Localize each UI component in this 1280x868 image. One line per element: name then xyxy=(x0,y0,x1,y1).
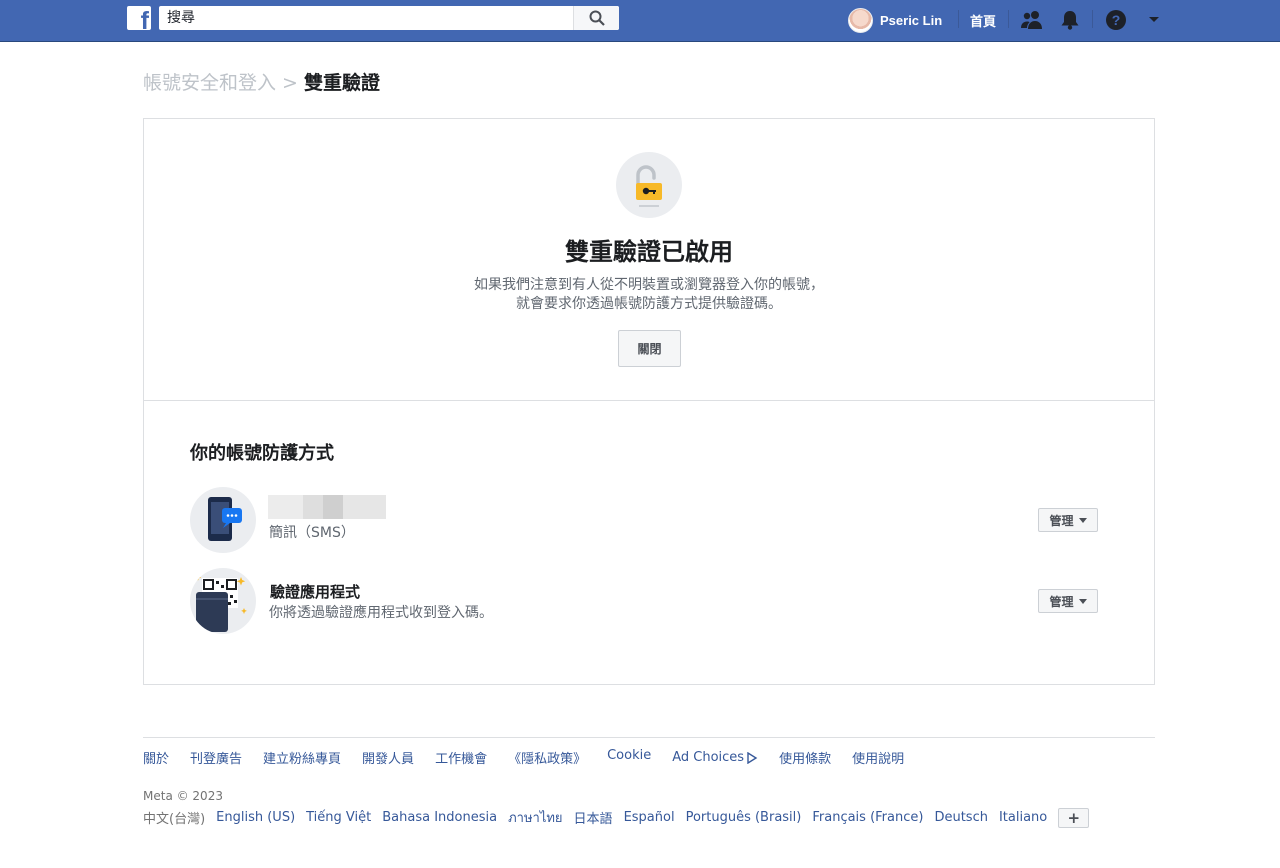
breadcrumb-parent-link[interactable]: 帳號安全和登入 xyxy=(143,68,276,95)
footer-link[interactable]: 刊登廣告 xyxy=(190,748,242,767)
two-factor-card: 雙重驗證已啟用 如果我們注意到有人從不明裝置或瀏覽器登入你的帳號，就會要求你透過… xyxy=(143,118,1155,685)
current-language: 中文(台灣) xyxy=(143,812,206,827)
top-navigation-bar: f Pseric Lin 首頁 ? xyxy=(0,0,1280,42)
search-icon xyxy=(589,10,605,26)
notifications-icon xyxy=(1061,11,1079,30)
manage-label: 管理 xyxy=(1049,594,1074,609)
footer-link[interactable]: Cookie xyxy=(607,748,651,767)
caret-down-icon xyxy=(1078,517,1087,523)
profile-link[interactable]: Pseric Lin xyxy=(848,7,942,33)
status-section: 雙重驗證已啟用 如果我們注意到有人從不明裝置或瀏覽器登入你的帳號，就會要求你透過… xyxy=(144,119,1154,401)
footer-link[interactable]: 開發人員 xyxy=(362,748,414,767)
nav-divider xyxy=(958,10,959,28)
notifications-button[interactable] xyxy=(1058,8,1082,32)
language-link[interactable]: Bahasa Indonesia xyxy=(382,810,497,825)
masked-phone-number xyxy=(268,495,386,519)
language-link[interactable]: Français (France) xyxy=(812,810,923,825)
caret-down-icon xyxy=(1078,598,1087,604)
help-icon: ? xyxy=(1106,10,1126,30)
footer-link[interactable]: 建立粉絲專頁 xyxy=(263,748,341,767)
search-input[interactable] xyxy=(159,6,573,30)
home-link[interactable]: 首頁 xyxy=(970,11,996,30)
language-link[interactable]: Español xyxy=(624,810,675,825)
profile-name: Pseric Lin xyxy=(880,12,943,28)
language-link[interactable]: ภาษาไทย xyxy=(508,807,562,828)
footer-link[interactable]: 《隱私政策》 xyxy=(508,748,586,767)
auth-app-method-icon xyxy=(190,568,256,634)
footer-link-label: Ad Choices xyxy=(672,750,745,765)
avatar xyxy=(848,7,873,33)
method-auth-app: 驗證應用程式 你將透過驗證應用程式收到登入碼。 管理 xyxy=(190,568,1110,636)
language-link[interactable]: Português (Brasil) xyxy=(686,810,802,825)
svg-text:?: ? xyxy=(1112,12,1121,28)
lock-badge xyxy=(616,152,682,218)
qr-code-icon xyxy=(194,574,247,632)
manage-auth-app-button[interactable]: 管理 xyxy=(1038,589,1098,613)
chevron-down-icon xyxy=(1149,17,1159,22)
footer-link[interactable]: 工作機會 xyxy=(435,748,487,767)
footer-links: 關於 刊登廣告 建立粉絲專頁 開發人員 工作機會 《隱私政策》 Cookie A… xyxy=(143,748,904,767)
page-title: 雙重驗證 xyxy=(303,72,380,94)
unlocked-padlock-icon xyxy=(636,165,662,207)
breadcrumb-separator: > xyxy=(282,72,298,94)
footer-link[interactable]: 關於 xyxy=(143,748,169,767)
search-box xyxy=(159,6,619,30)
friends-icon xyxy=(1021,11,1042,29)
copyright: Meta © 2023 xyxy=(143,789,223,803)
help-button[interactable]: ? xyxy=(1104,8,1128,32)
manage-sms-button[interactable]: 管理 xyxy=(1038,508,1098,532)
method-subtitle: 你將透過驗證應用程式收到登入碼。 xyxy=(269,605,493,621)
manage-label: 管理 xyxy=(1049,513,1074,528)
language-link[interactable]: Tiếng Việt xyxy=(306,810,371,825)
language-link[interactable]: Italiano xyxy=(999,810,1047,825)
nav-divider xyxy=(1008,10,1009,28)
breadcrumb: 帳號安全和登入 > 雙重驗證 xyxy=(143,68,380,95)
footer-link[interactable]: 使用條款 xyxy=(779,748,831,767)
phone-message-icon xyxy=(208,497,242,541)
language-link[interactable]: English (US) xyxy=(216,810,295,825)
footer-link-ad-choices[interactable]: Ad Choices xyxy=(672,748,758,767)
method-sms: 簡訊（SMS） 管理 xyxy=(190,487,1110,555)
language-selector: 中文(台灣) English (US) Tiếng Việt Bahasa In… xyxy=(143,807,1090,828)
language-link[interactable]: Deutsch xyxy=(934,810,988,825)
method-subtitle: 簡訊（SMS） xyxy=(269,525,355,541)
ad-choices-icon xyxy=(747,751,758,764)
friends-button[interactable] xyxy=(1020,8,1044,32)
search-button[interactable] xyxy=(573,6,619,30)
facebook-logo[interactable]: f xyxy=(127,6,151,30)
status-description: 如果我們注意到有人從不明裝置或瀏覽器登入你的帳號，就會要求你透過帳號防護方式提供… xyxy=(474,277,824,312)
protection-methods-title: 你的帳號防護方式 xyxy=(190,443,334,464)
more-languages-button[interactable]: + xyxy=(1058,807,1090,828)
account-menu-button[interactable] xyxy=(1142,8,1166,32)
method-name: 驗證應用程式 xyxy=(270,583,361,601)
footer-link[interactable]: 使用說明 xyxy=(852,748,904,767)
status-title: 雙重驗證已啟用 xyxy=(565,238,733,266)
nav-divider xyxy=(1092,10,1093,28)
turn-off-button[interactable]: 關閉 xyxy=(618,330,681,367)
language-link[interactable]: 日本語 xyxy=(574,808,613,827)
sms-method-icon xyxy=(190,487,256,553)
footer-divider xyxy=(143,737,1155,738)
